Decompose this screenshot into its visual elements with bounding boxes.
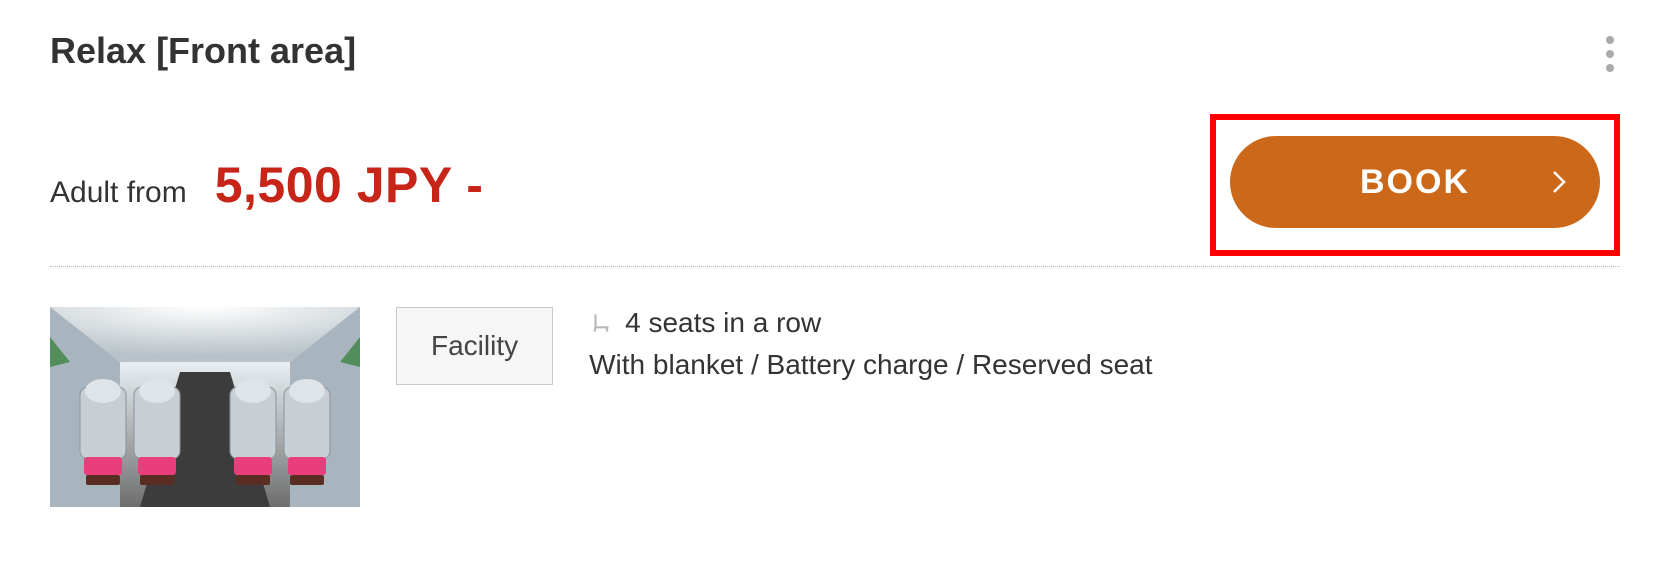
kebab-dot-icon <box>1606 36 1614 44</box>
bus-interior-image <box>50 307 360 507</box>
section-divider <box>50 266 1620 267</box>
price-label: Adult from <box>50 176 187 210</box>
seat-class-title: Relax [Front area] <box>50 30 356 72</box>
kebab-dot-icon <box>1606 50 1614 58</box>
kebab-dot-icon <box>1606 64 1614 72</box>
price-value: 5,500 JPY - <box>215 156 484 214</box>
seat-thumbnail[interactable] <box>50 307 360 507</box>
book-button-label: BOOK <box>1360 163 1470 202</box>
seats-in-row-text: 4 seats in a row <box>625 307 821 339</box>
facility-features-text: With blanket / Battery charge / Reserved… <box>589 349 1152 381</box>
book-button-highlight: BOOK <box>1210 114 1620 256</box>
facility-badge: Facility <box>396 307 553 385</box>
book-button[interactable]: BOOK <box>1230 136 1600 228</box>
seat-icon <box>589 310 615 336</box>
more-options-button[interactable] <box>1600 30 1620 78</box>
chevron-right-icon <box>1552 170 1566 194</box>
